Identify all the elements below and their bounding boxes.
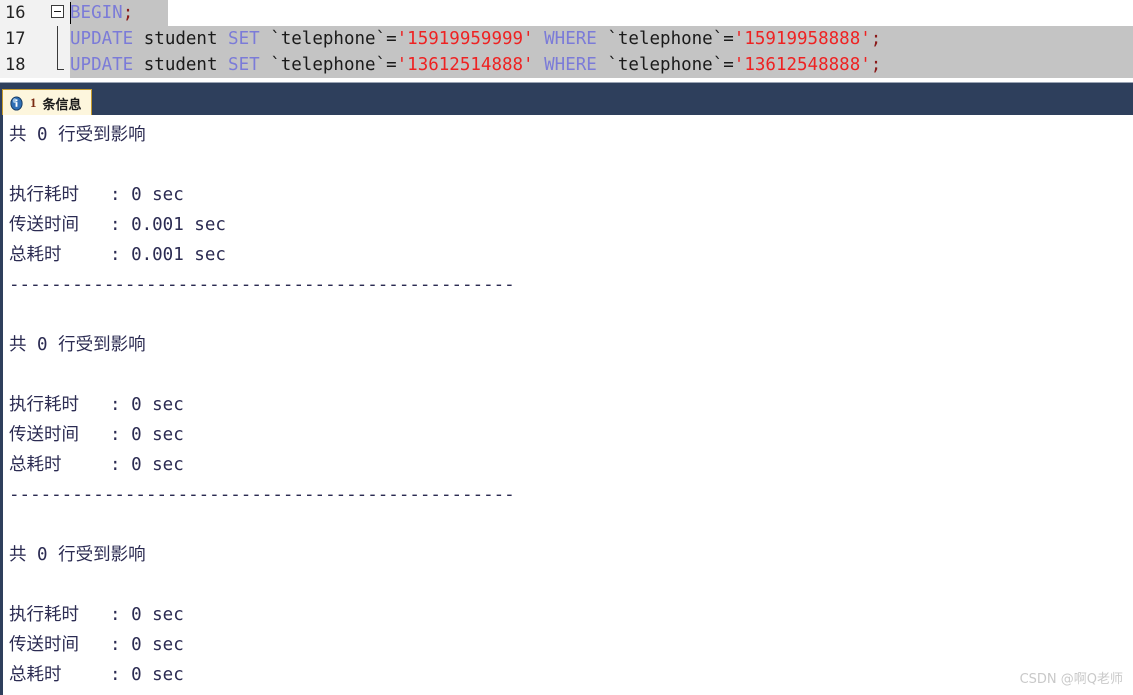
message-block-1: 共 0 行受到影响 执行耗时 : 0 sec 传送时间 : 0.001 sec 总耗… [9, 120, 515, 300]
token-keyword-where: WHERE [544, 29, 597, 49]
fold-line-end-icon [57, 52, 64, 70]
timing-row: 传送时间 : 0 sec [9, 630, 184, 660]
timing-row: 总耗时 : 0 sec [9, 660, 184, 690]
line-number-16: 16 [0, 0, 46, 26]
timing-row: 总耗时 : 0.001 sec [9, 240, 515, 270]
timing-value: : 0.001 sec [110, 245, 226, 265]
token-punct: ; [122, 3, 134, 23]
fold-line-icon [57, 26, 58, 52]
fold-column-18[interactable] [46, 52, 70, 78]
tab-message-info[interactable]: 1 条信息 [2, 89, 92, 116]
timing-label: 总耗时 [9, 245, 62, 265]
fold-column-16[interactable] [46, 0, 70, 26]
code-line-18[interactable]: 18 UPDATE student SET `telephone`='13612… [0, 52, 1133, 78]
token-punct: ; [870, 29, 882, 49]
token-plain: `telephone`= [596, 29, 734, 49]
timing-value: : 0 sec [110, 185, 184, 205]
timing-row: 传送时间 : 0.001 sec [9, 210, 515, 240]
timing-label: 总耗时 [9, 665, 62, 685]
message-block-3: 共 0 行受到影响 执行耗时 : 0 sec 传送时间 : 0 sec 总耗时 : 0… [9, 540, 184, 690]
token-plain: `telephone`= [259, 29, 397, 49]
timing-label: 执行耗时 [9, 185, 79, 205]
timing-label: 执行耗时 [9, 395, 79, 415]
result-tab-bar: 1 条信息 [0, 82, 1133, 116]
code-text-16: BEGIN; [70, 0, 133, 26]
token-string: '15919958888' [733, 29, 871, 49]
timing-row: 执行耗时 : 0 sec [9, 180, 515, 210]
token-keyword: BEGIN [70, 3, 123, 23]
timing-value: : 0 sec [110, 395, 184, 415]
timing-value: : 0 sec [110, 455, 184, 475]
affected-rows-text: 共 0 行受到影响 [9, 125, 146, 145]
collapse-box-icon[interactable] [51, 5, 64, 18]
timing-value: : 0 sec [110, 665, 184, 685]
code-line-17[interactable]: 17 UPDATE student SET `telephone`='15919… [0, 26, 1133, 52]
fold-column-17[interactable] [46, 26, 70, 52]
timing-value: : 0 sec [110, 425, 184, 445]
timing-row: 总耗时 : 0 sec [9, 450, 515, 480]
token-keyword-update: UPDATE [70, 55, 134, 75]
affected-rows-text: 共 0 行受到影响 [9, 545, 146, 565]
tab-message-label: 条信息 [42, 97, 82, 113]
timing-row: 执行耗时 : 0 sec [9, 390, 515, 420]
token-punct: ; [870, 55, 882, 75]
token-keyword-set: SET [228, 55, 260, 75]
token-string: '13612548888' [733, 55, 871, 75]
timing-value: : 0 sec [110, 605, 184, 625]
token-plain: `telephone`= [596, 55, 734, 75]
timing-row: 执行耗时 : 0 sec [9, 600, 184, 630]
token-keyword-where: WHERE [544, 55, 597, 75]
code-text-17: UPDATE student SET `telephone`='15919959… [70, 26, 881, 52]
line-number-17: 17 [0, 26, 46, 52]
timing-row: 传送时间 : 0 sec [9, 420, 515, 450]
affected-rows-text: 共 0 行受到影响 [9, 335, 146, 355]
timing-label: 传送时间 [9, 635, 79, 655]
message-block-2: 共 0 行受到影响 执行耗时 : 0 sec 传送时间 : 0 sec 总耗时 : 0… [9, 330, 515, 510]
timing-label: 总耗时 [9, 455, 62, 475]
block-separator: ----------------------------------------… [9, 275, 515, 295]
token-keyword-update: UPDATE [70, 29, 134, 49]
timing-label: 执行耗时 [9, 605, 79, 625]
block-separator: ----------------------------------------… [9, 485, 515, 505]
timing-value: : 0.001 sec [110, 215, 226, 235]
line-number-18: 18 [0, 52, 46, 78]
token-string: '13612514888' [396, 55, 534, 75]
token-plain: `telephone`= [259, 55, 397, 75]
info-icon [9, 95, 24, 111]
token-string: '15919959999' [396, 29, 534, 49]
timing-value: : 0 sec [110, 635, 184, 655]
token-keyword-set: SET [228, 29, 260, 49]
timing-label: 传送时间 [9, 215, 79, 235]
message-results-pane[interactable]: 共 0 行受到影响 执行耗时 : 0 sec 传送时间 : 0.001 sec 总耗… [0, 115, 1133, 695]
timing-label: 传送时间 [9, 425, 79, 445]
code-text-18: UPDATE student SET `telephone`='13612514… [70, 52, 881, 78]
token-plain: student [133, 55, 229, 75]
tab-message-count: 1 [30, 95, 37, 110]
code-line-16[interactable]: 16 BEGIN; [0, 0, 1133, 26]
watermark-text: CSDN @啊Q老师 [1019, 672, 1123, 687]
sql-editor-pane[interactable]: 16 BEGIN; 17 UPDATE student SET `telepho… [0, 0, 1133, 82]
token-plain: student [133, 29, 229, 49]
